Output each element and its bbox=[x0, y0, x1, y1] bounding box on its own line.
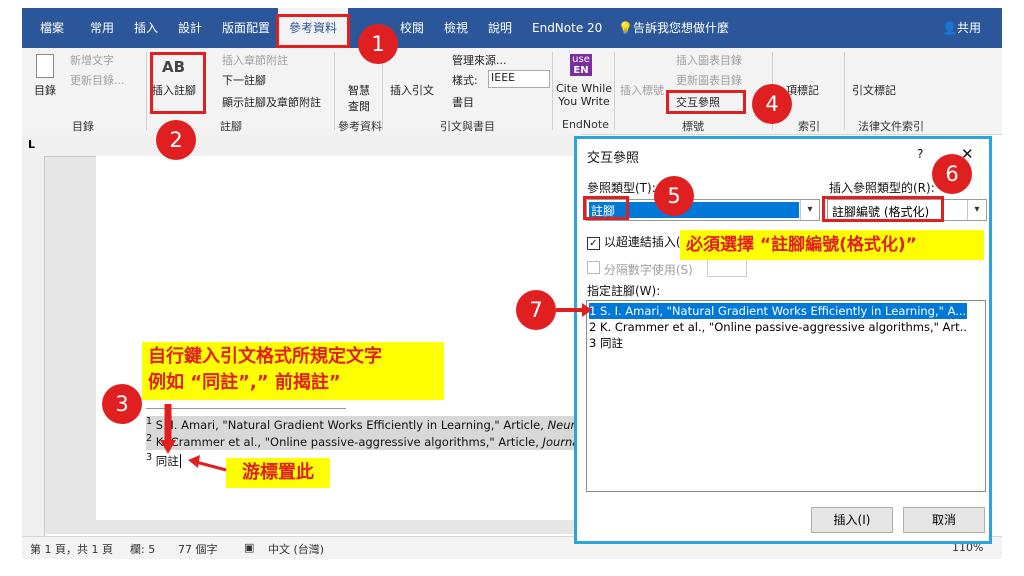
arrow-right-icon bbox=[582, 303, 592, 317]
step-badge-2: 2 bbox=[156, 120, 196, 160]
step-badge-7: 7 bbox=[516, 290, 556, 330]
step-badge-1: 1 bbox=[358, 24, 398, 64]
step-badge-4: 4 bbox=[752, 84, 792, 124]
step-badge-3: 3 bbox=[102, 384, 142, 424]
step-badge-5: 5 bbox=[654, 176, 694, 216]
arrow-cursor-line bbox=[195, 460, 227, 472]
step-badge-6: 6 bbox=[932, 154, 972, 194]
arrow-left-icon bbox=[188, 455, 200, 468]
arrow-down-icon bbox=[160, 440, 176, 454]
annotation-arrows bbox=[160, 303, 592, 472]
